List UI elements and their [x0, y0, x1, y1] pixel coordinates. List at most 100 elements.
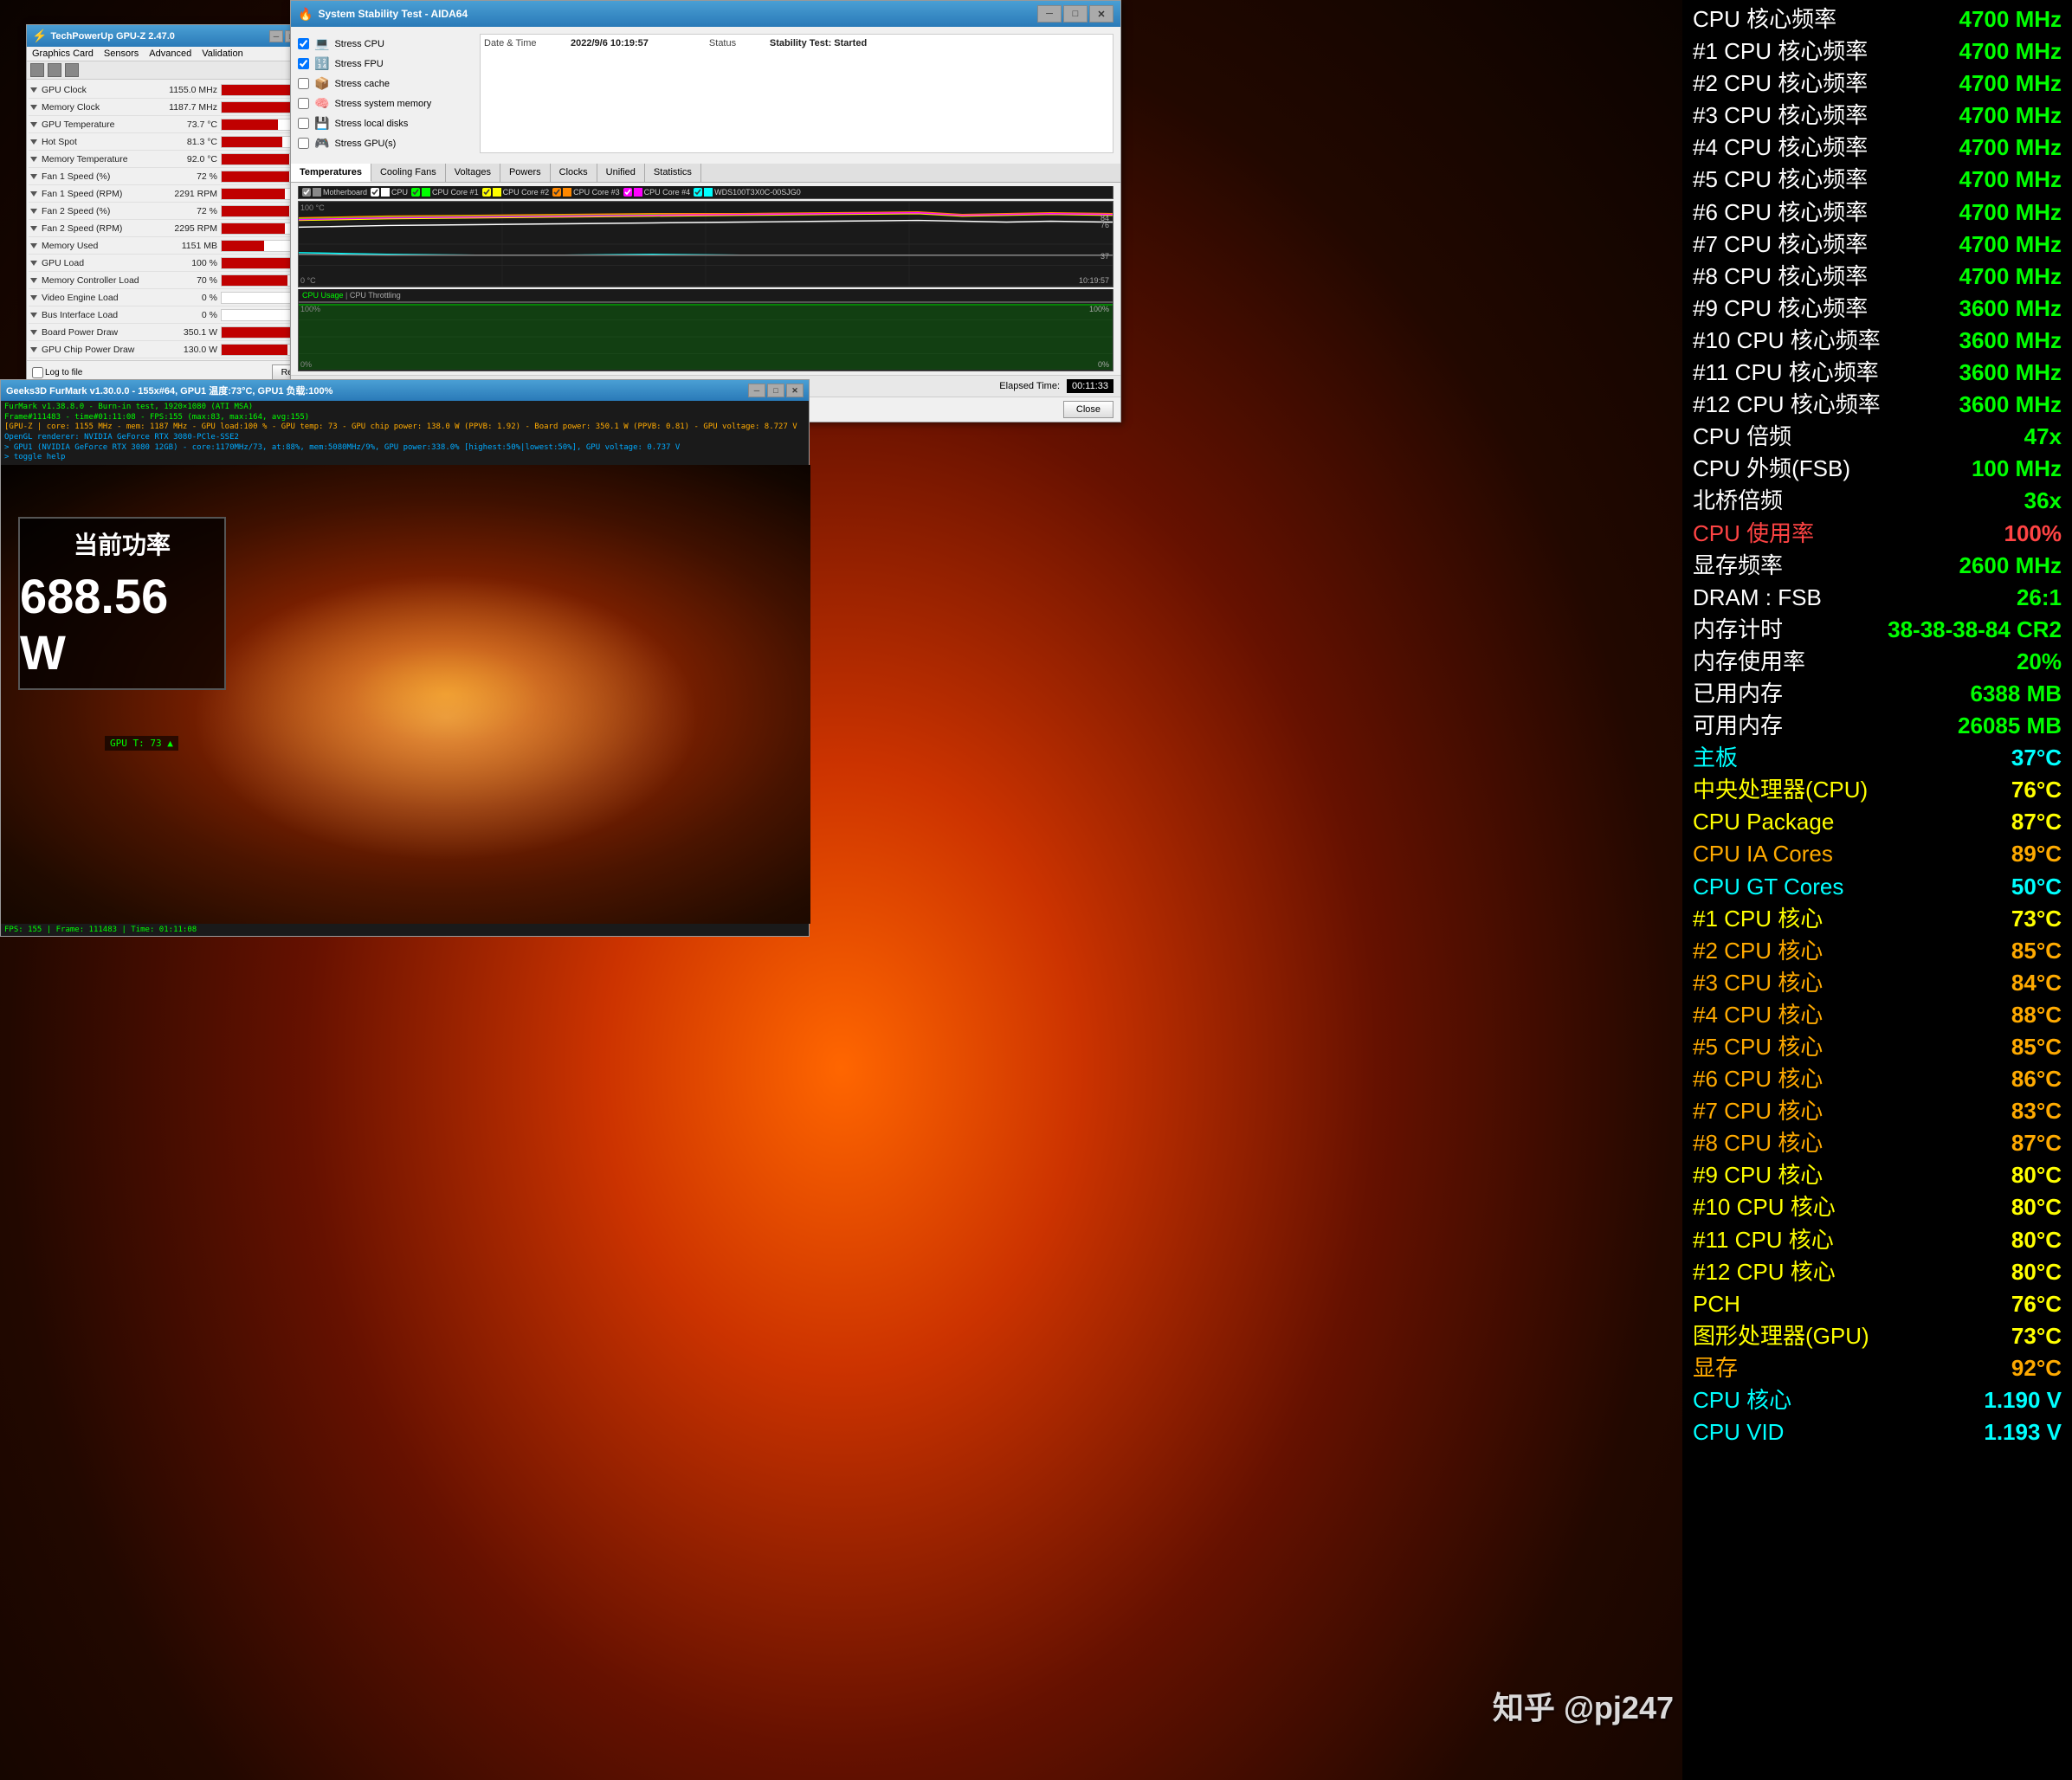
sidebar-row: 可用内存26085 MB: [1689, 710, 2065, 742]
gpuz-arrow-icon: [30, 261, 37, 266]
furmark-maximize-btn[interactable]: □: [767, 384, 784, 397]
aida64-stress-disks-checkbox[interactable]: [298, 118, 309, 129]
aida64-maximize-btn[interactable]: □: [1063, 5, 1088, 23]
gpuz-window: ⚡ TechPowerUp GPU-Z 2.47.0 ─ □ ✕ Graphic…: [26, 24, 320, 404]
gpuz-minimize-btn[interactable]: ─: [269, 30, 283, 42]
sidebar-row: 内存计时38-38-38-84 CR2: [1689, 614, 2065, 646]
aida64-tab-clocks[interactable]: Clocks: [551, 164, 597, 182]
aida64-tab-unified[interactable]: Unified: [597, 164, 645, 182]
sidebar-row-label: #9 CPU 核心频率: [1693, 293, 1868, 324]
sidebar-row: #5 CPU 核心频率4700 MHz: [1689, 164, 2065, 196]
aida64-close-btn[interactable]: ✕: [1089, 5, 1113, 23]
gpuz-arrow-icon: [30, 87, 37, 93]
aida64-tabs[interactable]: TemperaturesCooling FansVoltagesPowersCl…: [291, 164, 1120, 183]
aida64-titlebar-buttons[interactable]: ─ □ ✕: [1037, 5, 1113, 23]
aida64-elapsed-label: Elapsed Time:: [999, 381, 1060, 391]
gpuz-sensor-row: Fan 2 Speed (%)72 %: [29, 203, 318, 220]
sidebar-row-label: #4 CPU 核心: [1693, 1000, 1823, 1030]
aida64-tab-powers[interactable]: Powers: [500, 164, 551, 182]
aida64-tab-voltages[interactable]: Voltages: [446, 164, 500, 182]
gpuz-toolbar-icon3[interactable]: [65, 63, 79, 77]
aida64-stress-memory-checkbox[interactable]: [298, 98, 309, 109]
sidebar-row-label: #7 CPU 核心频率: [1693, 229, 1868, 260]
gpuz-sensor-row: Board Power Draw350.1 W: [29, 324, 318, 341]
gpuz-titlebar[interactable]: ⚡ TechPowerUp GPU-Z 2.47.0 ─ □ ✕: [27, 25, 320, 47]
sidebar-row-value: 4700 MHz: [1959, 132, 2062, 163]
sidebar-row-value: 3600 MHz: [1959, 390, 2062, 420]
sidebar-row-value: 50°C: [2011, 872, 2062, 902]
gpuz-arrow-icon: [30, 122, 37, 127]
aida64-tab-cooling-fans[interactable]: Cooling Fans: [371, 164, 446, 182]
aida64-stress-gpu[interactable]: 🎮 Stress GPU(s): [298, 133, 471, 153]
aida64-stress-fpu-checkbox[interactable]: [298, 58, 309, 69]
aida64-stress-memory[interactable]: 🧠 Stress system memory: [298, 94, 471, 113]
sidebar-row: 主板37°C: [1689, 742, 2065, 774]
sidebar-row-value: 76°C: [2011, 1289, 2062, 1319]
furmark-log-line: > GPU1 (NVIDIA GeForce RTX 3080 12GB) - …: [4, 443, 805, 454]
sidebar-row: CPU 使用率100%: [1689, 518, 2065, 550]
aida64-minimize-btn[interactable]: ─: [1037, 5, 1062, 23]
aida64-stress-gpu-checkbox[interactable]: [298, 138, 309, 149]
sidebar-row-label: CPU VID: [1693, 1417, 1784, 1448]
sidebar-row: CPU IA Cores89°C: [1689, 838, 2065, 870]
gpuz-menu-advanced[interactable]: Advanced: [149, 48, 191, 59]
gpuz-sensor-row: Fan 1 Speed (%)72 %: [29, 168, 318, 185]
sidebar-row: #4 CPU 核心88°C: [1689, 999, 2065, 1031]
gpuz-sensor-bar: [222, 241, 264, 251]
aida64-legend-item: CPU Core #4: [623, 188, 691, 197]
aida64-legend-item: WDS100T3X0C-00SJG0: [694, 188, 801, 197]
legend-item-checkbox[interactable]: [411, 188, 420, 197]
furmark-log: FurMark v1.38.8.0 - Burn-in test, 1920×1…: [1, 401, 809, 465]
gpuz-toolbar-icon2[interactable]: [48, 63, 61, 77]
aida64-content: 💻 Stress CPU 🔢 Stress FPU 📦 Stress cache…: [291, 27, 1120, 160]
aida64-stress-disks-label: Stress local disks: [334, 119, 408, 129]
gpuz-log-checkbox-input[interactable]: [32, 367, 43, 378]
aida64-stress-cache[interactable]: 📦 Stress cache: [298, 74, 471, 94]
sidebar-row-label: #2 CPU 核心频率: [1693, 68, 1868, 99]
aida64-tab-temperatures[interactable]: Temperatures: [291, 164, 371, 182]
aida64-stress-fpu[interactable]: 🔢 Stress FPU: [298, 54, 471, 74]
aida64-titlebar[interactable]: 🔥 System Stability Test - AIDA64 ─ □ ✕: [291, 1, 1120, 27]
gpuz-menu-validation[interactable]: Validation: [202, 48, 243, 59]
aida64-stress-cpu-checkbox[interactable]: [298, 38, 309, 49]
gpuz-menubar[interactable]: Graphics Card Sensors Advanced Validatio…: [27, 47, 320, 61]
aida64-stress-disks[interactable]: 💾 Stress local disks: [298, 113, 471, 133]
gpuz-menu-sensors[interactable]: Sensors: [104, 48, 139, 59]
furmark-titlebar[interactable]: Geeks3D FurMark v1.30.0.0 - 155x#64, GPU…: [1, 380, 809, 401]
sidebar-row-value: 83°C: [2011, 1096, 2062, 1126]
legend-item-checkbox[interactable]: [302, 188, 311, 197]
furmark-close-btn[interactable]: ✕: [786, 384, 804, 397]
gpuz-log-checkbox[interactable]: Log to file: [32, 367, 82, 378]
gpuz-sensor-label: Fan 1 Speed (RPM): [30, 189, 152, 199]
aida64-stress-memory-label: Stress system memory: [334, 99, 431, 109]
sidebar-row: #12 CPU 核心80°C: [1689, 1256, 2065, 1288]
sidebar-row-label: 北桥倍频: [1693, 486, 1783, 516]
gpuz-sensor-value: 1151 MB: [152, 241, 221, 251]
sidebar-row: #3 CPU 核心频率4700 MHz: [1689, 100, 2065, 132]
gpuz-toolbar: [27, 61, 320, 80]
aida64-tab-statistics[interactable]: Statistics: [645, 164, 701, 182]
legend-item-checkbox[interactable]: [623, 188, 632, 197]
sidebar-row-value: 2600 MHz: [1959, 551, 2062, 581]
furmark-titlebar-buttons[interactable]: ─ □ ✕: [746, 384, 804, 397]
legend-item-checkbox[interactable]: [552, 188, 561, 197]
legend-color-dot: [563, 188, 571, 197]
legend-item-checkbox[interactable]: [694, 188, 702, 197]
legend-item-checkbox[interactable]: [482, 188, 491, 197]
sidebar-row-value: 86°C: [2011, 1064, 2062, 1094]
aida64-stress-cpu[interactable]: 💻 Stress CPU: [298, 34, 471, 54]
aida64-close-button[interactable]: Close: [1063, 401, 1113, 418]
sidebar-row-label: CPU 核心: [1693, 1385, 1791, 1416]
sidebar-row-label: CPU GT Cores: [1693, 872, 1843, 902]
aida64-stress-cache-checkbox[interactable]: [298, 78, 309, 89]
gpuz-sensor-label: Board Power Draw: [30, 327, 152, 338]
gpuz-arrow-icon: [30, 191, 37, 197]
furmark-minimize-btn[interactable]: ─: [748, 384, 765, 397]
legend-item-checkbox[interactable]: [371, 188, 379, 197]
sidebar-row-label: #11 CPU 核心频率: [1693, 358, 1879, 388]
sidebar-row-value: 37°C: [2011, 743, 2062, 773]
gpuz-menu-graphics-card[interactable]: Graphics Card: [32, 48, 94, 59]
gpuz-sensor-row: Memory Clock1187.7 MHz: [29, 99, 318, 116]
gpuz-toolbar-icon1[interactable]: [30, 63, 44, 77]
aida64-legend: MotherboardCPUCPU Core #1CPU Core #2CPU …: [298, 186, 1113, 199]
